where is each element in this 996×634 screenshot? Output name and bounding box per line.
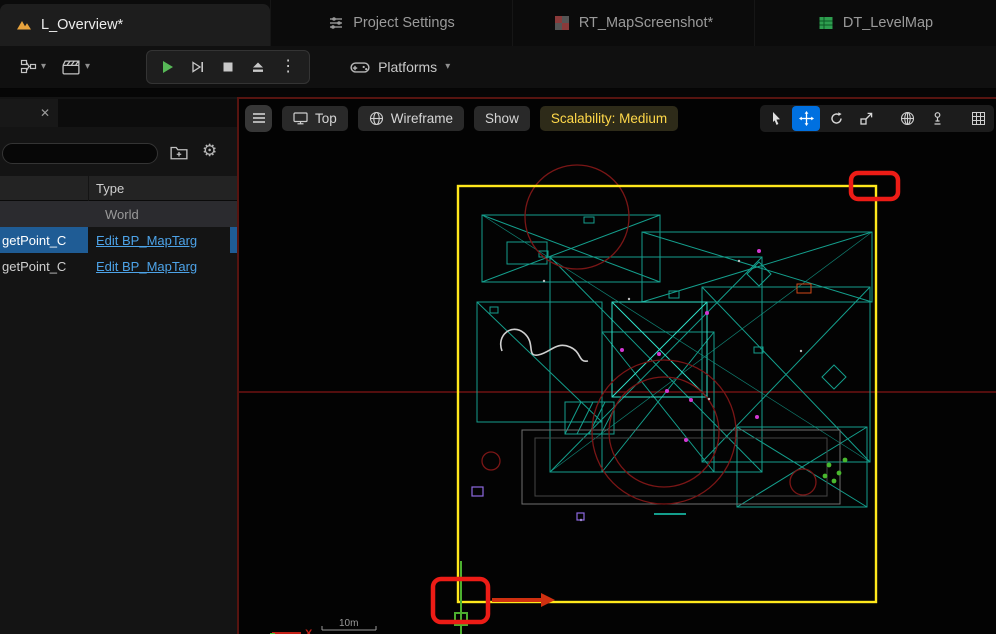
project-settings-icon — [330, 17, 343, 29]
viewport-canvas[interactable]: 10m X — [239, 99, 996, 634]
viewport-toolbar: Top Wireframe Show Scalability: Medium — [245, 103, 994, 133]
edit-blueprint-link[interactable]: Edit BP_MapTarg — [96, 259, 197, 274]
outliner-search-row: ⚙ — [0, 139, 237, 169]
platforms-dropdown[interactable]: Platforms ▾ — [350, 59, 450, 75]
column-divider — [88, 176, 89, 201]
wireframe-globe-icon — [369, 111, 383, 125]
world-row-label: World — [105, 206, 139, 222]
frame-skip-button[interactable] — [185, 55, 211, 79]
transform-tools-group — [760, 104, 994, 132]
camera-mode-dropdown[interactable]: Top — [282, 105, 348, 131]
outliner-row-targetpoint-2[interactable]: getPoint_C Edit BP_MapTarg — [0, 253, 237, 279]
tab-rt-mapscreenshot[interactable]: RT_MapScreenshot* — [512, 0, 754, 46]
move-icon — [798, 110, 814, 126]
tab-label: L_Overview* — [41, 17, 124, 33]
platforms-label: Platforms — [378, 59, 438, 75]
play-controls-group: ⋮ — [146, 50, 311, 84]
scale-bar: 10m — [321, 618, 377, 631]
actor-type-cell: Edit BP_MapTarg — [88, 227, 237, 253]
actor-name-cell[interactable]: getPoint_C — [0, 253, 88, 279]
axis-orientation-widget: X — [270, 628, 313, 634]
globe-icon — [900, 111, 914, 125]
grid-icon — [971, 111, 985, 125]
level-editor-toolbar: ▾ ▾ ⋮ Platforms ▾ — [0, 46, 996, 89]
outliner-panel: ✕ ⚙ Type World getPoint_C Edit BP_MapTar… — [0, 97, 237, 634]
gamepad-icon — [350, 61, 370, 73]
play-button[interactable] — [155, 55, 181, 79]
scalability-label: Scalability: Medium — [550, 110, 668, 126]
tab-label: DT_LevelMap — [842, 15, 934, 31]
outliner-table: Type World getPoint_C Edit BP_MapTarg ge… — [0, 176, 237, 279]
tab-project-settings[interactable]: Project Settings — [270, 0, 512, 46]
spline-path — [499, 328, 589, 362]
surface-snap-icon — [934, 111, 940, 125]
tab-label: RT_MapScreenshot* — [578, 15, 714, 31]
world-space-toggle-button[interactable] — [893, 106, 921, 131]
viewport-menu-button[interactable] — [245, 104, 272, 132]
chevron-down-icon: ▾ — [445, 61, 451, 72]
grid-snap-toggle-button[interactable] — [964, 106, 992, 131]
scale-bar-label: 10m — [339, 618, 358, 629]
wireframe-geometry — [476, 214, 873, 515]
blueprints-dropdown-button[interactable]: ▾ — [12, 53, 54, 81]
blueprints-icon — [20, 59, 37, 74]
datatable-icon — [819, 17, 833, 29]
outliner-table-header: Type — [0, 176, 237, 201]
actor-type-cell: Edit BP_MapTarg — [88, 253, 237, 279]
edit-blueprint-link[interactable]: Edit BP_MapTarg — [96, 233, 197, 248]
outliner-row-world[interactable]: World — [0, 201, 237, 227]
eject-button[interactable] — [245, 55, 271, 79]
close-icon[interactable]: ✕ — [40, 106, 50, 120]
tab-dt-levelmap[interactable]: DT_LevelMap — [754, 0, 996, 46]
show-dropdown[interactable]: Show — [474, 105, 530, 131]
rotate-icon — [830, 111, 842, 124]
cursor-icon — [773, 111, 780, 125]
document-tab-bar: L_Overview* Project Settings RT_MapScree… — [0, 0, 996, 46]
gray-bounds — [521, 429, 841, 505]
panel-tab[interactable]: ✕ — [0, 99, 58, 127]
panel-tab-strip: ✕ — [0, 99, 237, 127]
rotate-tool-button[interactable] — [822, 106, 850, 131]
hamburger-icon — [252, 113, 265, 123]
settings-gear-icon[interactable]: ⚙ — [202, 142, 217, 159]
tab-label: Project Settings — [353, 15, 455, 31]
scalability-button[interactable]: Scalability: Medium — [539, 105, 679, 131]
levels-icon — [17, 21, 31, 30]
show-label: Show — [485, 110, 519, 126]
move-tool-button[interactable] — [792, 105, 820, 131]
stop-button[interactable] — [215, 55, 241, 79]
surface-snap-toggle-button[interactable] — [923, 106, 951, 131]
level-viewport[interactable]: 10m X Top Wireframe Show Scalability: Me… — [237, 97, 996, 634]
tab-level-overview[interactable]: L_Overview* — [0, 4, 270, 46]
top-view-icon — [293, 112, 308, 125]
map-capture-bounds — [456, 184, 878, 604]
play-options-button[interactable]: ⋮ — [275, 55, 301, 79]
view-mode-dropdown[interactable]: Wireframe — [357, 105, 465, 131]
chevron-down-icon: ▾ — [41, 61, 47, 72]
actor-name-cell[interactable]: getPoint_C — [0, 227, 88, 253]
scale-icon — [859, 112, 872, 125]
axis-x-label: X — [305, 628, 313, 634]
dots-vertical-icon: ⋮ — [280, 58, 297, 75]
cinematics-icon — [62, 60, 80, 74]
marker-dots — [471, 249, 848, 522]
search-input[interactable] — [2, 143, 158, 164]
new-folder-icon[interactable] — [170, 144, 188, 160]
outliner-row-targetpoint-1[interactable]: getPoint_C Edit BP_MapTarg — [0, 227, 237, 253]
camera-mode-label: Top — [315, 110, 337, 126]
cinematics-dropdown-button[interactable]: ▾ — [54, 53, 98, 82]
texture-icon — [554, 16, 569, 30]
select-tool-button[interactable] — [762, 106, 790, 131]
chevron-down-icon: ▾ — [85, 61, 91, 72]
selection-strip — [230, 227, 237, 253]
view-mode-label: Wireframe — [390, 110, 454, 126]
type-column-header[interactable]: Type — [96, 181, 124, 196]
red-radius-circles — [481, 164, 817, 505]
scale-tool-button[interactable] — [852, 106, 880, 131]
